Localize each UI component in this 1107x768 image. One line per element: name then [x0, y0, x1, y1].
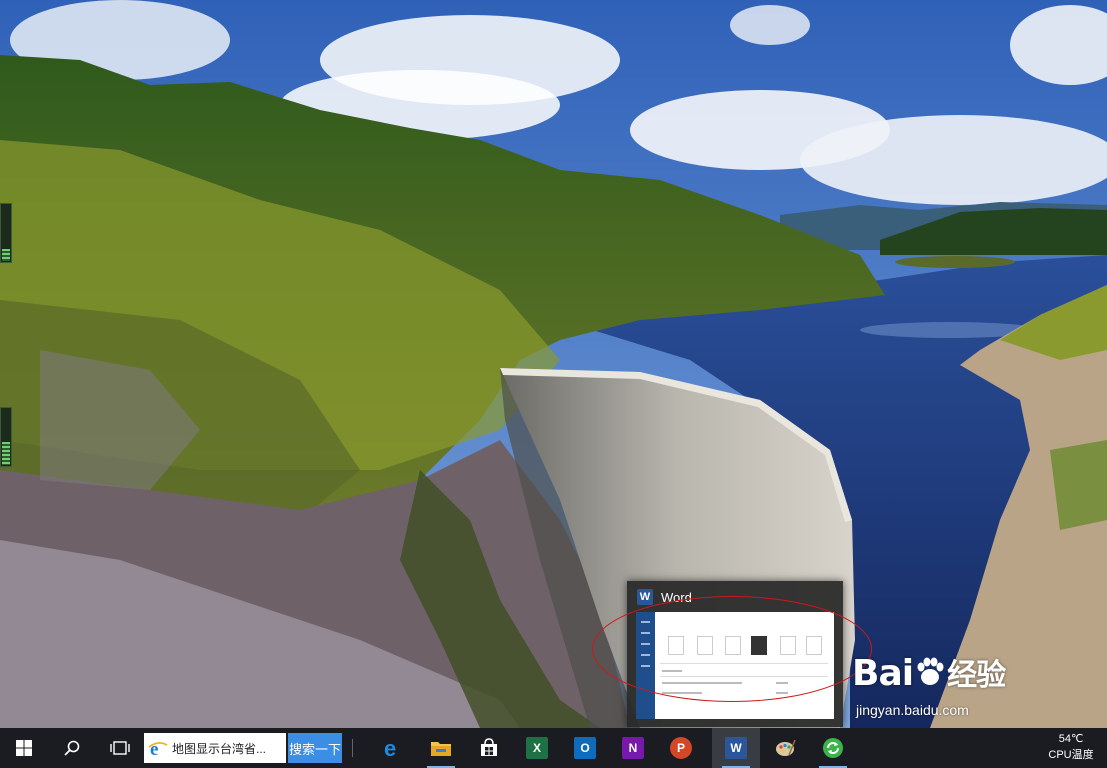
paw-icon [917, 657, 944, 685]
task-view-icon [110, 741, 130, 755]
cpu-temperature-label: CPU温度 [1048, 749, 1094, 761]
paint-icon [776, 739, 796, 756]
taskbar-app-powerpoint[interactable]: P [657, 728, 705, 768]
refresh-icon [823, 738, 843, 758]
search-input-text: 地图显示台湾省... [172, 741, 267, 756]
onenote-icon: N [622, 737, 644, 759]
excel-icon: X [526, 737, 548, 759]
svg-text:e: e [384, 737, 396, 759]
annotation-ellipse-preview [592, 596, 872, 702]
desktop-wallpaper [0, 0, 1107, 728]
folder-icon [431, 742, 451, 756]
svg-text:e: e [150, 739, 158, 758]
gauge-level [2, 441, 10, 465]
word-icon: W [725, 737, 747, 759]
taskbar-separator [352, 739, 353, 757]
taskbar: e 地图显示台湾省... 搜索一下 e X O N P W 54℃ CPU温度 [0, 728, 1107, 768]
taskbar-app-onenote[interactable]: N [609, 728, 657, 768]
ie-icon: e [148, 739, 168, 758]
watermark-brand: Bai [852, 653, 914, 694]
taskbar-app-file-explorer[interactable] [417, 728, 465, 768]
windows-start-icon [16, 740, 32, 756]
taskbar-app-edge[interactable]: e [369, 728, 417, 768]
cpu-temperature-value: 54℃ [1058, 733, 1084, 745]
taskbar-app-paint[interactable] [761, 728, 809, 768]
task-view-button[interactable] [96, 728, 144, 768]
powerpoint-icon: P [670, 737, 692, 759]
baidu-jingyan-watermark: Bai 经验 jingyan.baidu.com [852, 650, 1102, 724]
watermark-brand-suffix: 经验 [947, 658, 1006, 693]
watermark-site: jingyan.baidu.com [856, 702, 969, 718]
search-input[interactable]: e 地图显示台湾省... [144, 733, 286, 763]
search-submit-button[interactable]: 搜索一下 [288, 733, 342, 763]
search-icon [64, 740, 80, 756]
store-icon [481, 738, 497, 756]
start-button[interactable] [0, 728, 48, 768]
edge-icon: e [384, 737, 396, 759]
search-button[interactable] [48, 728, 96, 768]
gauge-level [2, 249, 10, 261]
taskbar-app-360[interactable] [809, 728, 857, 768]
taskbar-app-word[interactable]: W [712, 728, 760, 768]
taskbar-app-store[interactable] [465, 728, 513, 768]
cpu-temperature-tray[interactable]: 54℃ CPU温度 [1040, 731, 1102, 765]
word-icon: W [637, 589, 653, 605]
taskbar-app-outlook[interactable]: O [561, 728, 609, 768]
cpu-gauge-top [0, 203, 12, 263]
cpu-gauge-bottom [0, 407, 12, 467]
taskbar-app-excel[interactable]: X [513, 728, 561, 768]
outlook-icon: O [574, 737, 596, 759]
